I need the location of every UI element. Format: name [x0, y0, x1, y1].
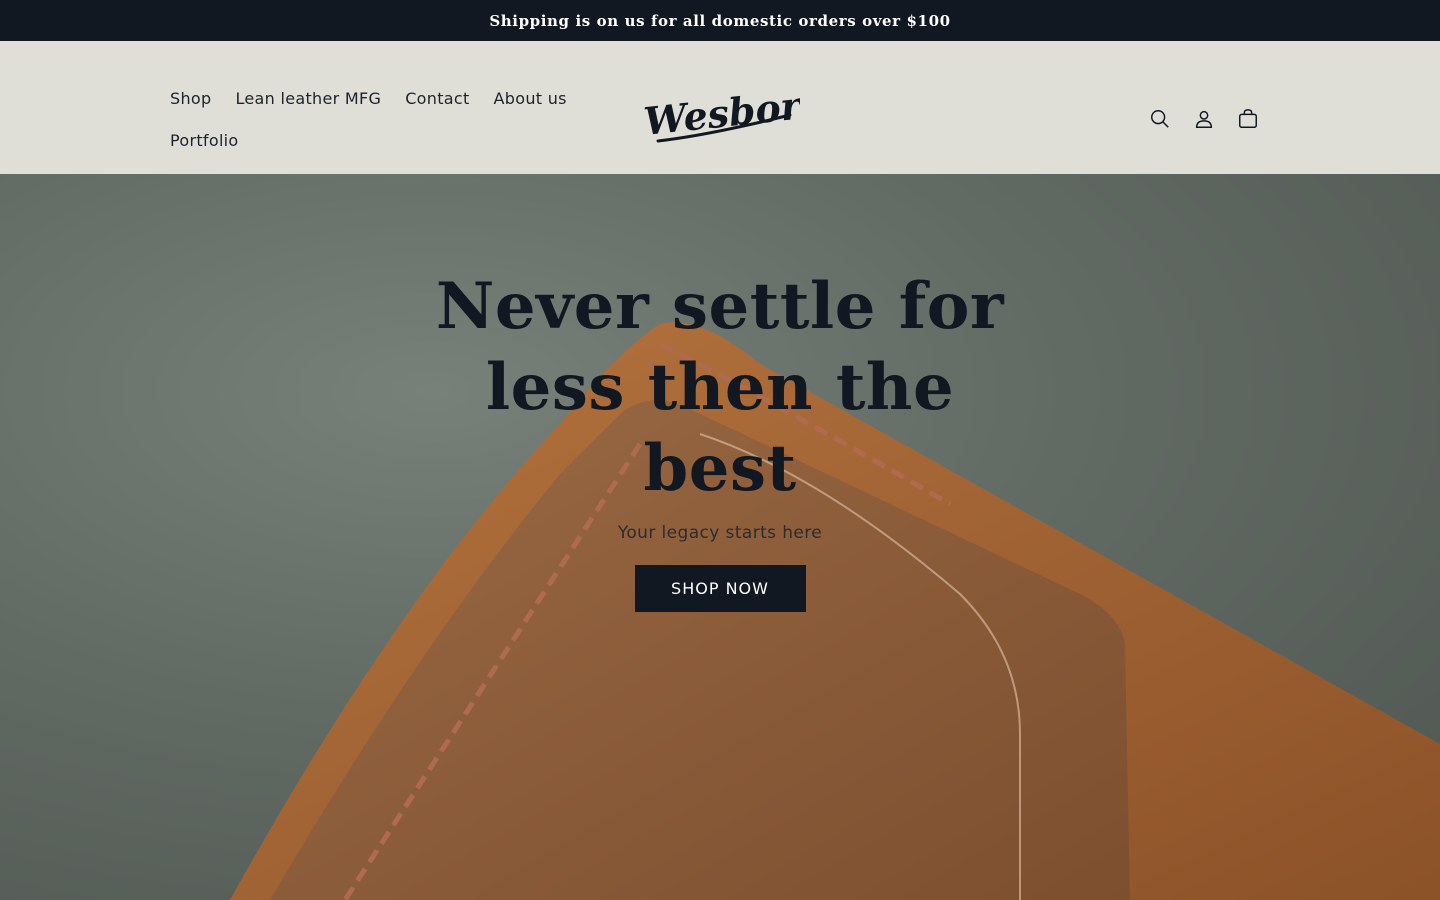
- hero-title: Never settle for less then the best: [420, 266, 1020, 509]
- hero-subtitle: Your legacy starts here: [617, 523, 823, 543]
- hero-title-line-1: Never settle for: [435, 269, 1005, 344]
- announcement-bar: Shipping is on us for all domestic order…: [0, 0, 1440, 41]
- search-icon[interactable]: [1142, 97, 1178, 141]
- nav-link-portfolio[interactable]: Portfolio: [158, 131, 251, 150]
- header-icons: [1142, 97, 1266, 141]
- brand-logo-text: Wesborn: [642, 85, 800, 144]
- account-icon[interactable]: [1186, 97, 1222, 141]
- hero-content: Never settle for less then the best Your…: [420, 266, 1020, 612]
- announcement-text: Shipping is on us for all domestic order…: [489, 11, 951, 30]
- hero-banner: Never settle for less then the best Your…: [0, 174, 1440, 900]
- brand-logo[interactable]: Wesborn: [640, 80, 830, 149]
- cart-icon[interactable]: [1230, 97, 1266, 141]
- main-nav: Shop Lean leather MFG Contact About us P…: [158, 77, 618, 161]
- hero-title-line-2: less then the: [485, 350, 955, 425]
- nav-link-about-us[interactable]: About us: [482, 89, 579, 108]
- shop-now-button[interactable]: SHOP NOW: [634, 565, 806, 612]
- site-header: Shop Lean leather MFG Contact About us P…: [0, 41, 1440, 174]
- brand-logo-wordmark: Wesborn: [642, 80, 830, 144]
- nav-link-lean-leather-mfg[interactable]: Lean leather MFG: [223, 89, 393, 108]
- hero-title-line-3: best: [643, 431, 797, 506]
- nav-link-shop[interactable]: Shop: [158, 89, 223, 108]
- nav-link-contact[interactable]: Contact: [393, 89, 481, 108]
